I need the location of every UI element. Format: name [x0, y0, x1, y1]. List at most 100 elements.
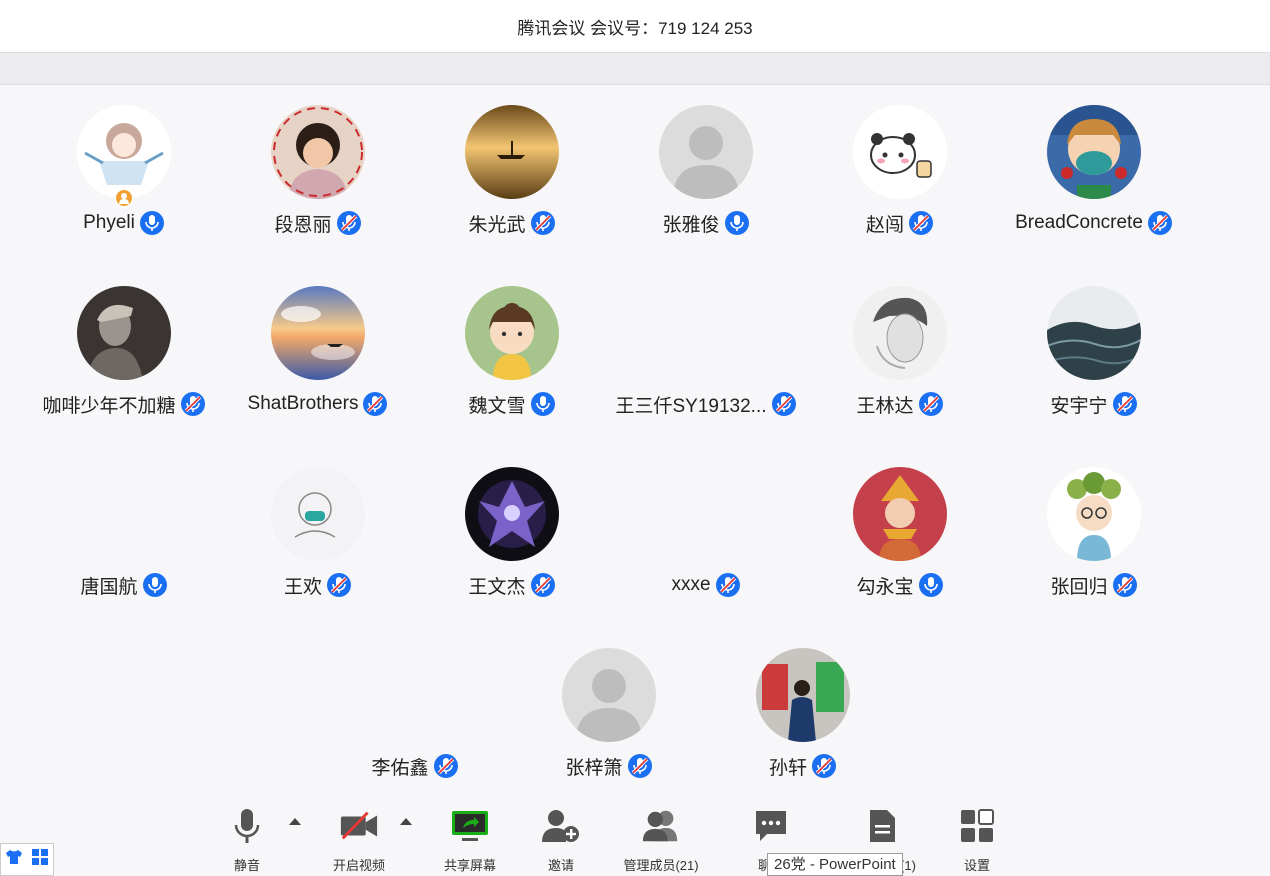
- participant-tile[interactable]: 张回归: [997, 447, 1191, 617]
- mic-muted-icon: [811, 753, 837, 779]
- invite-label: 邀请: [547, 858, 574, 873]
- participant-tile[interactable]: BreadConcrete: [997, 85, 1191, 255]
- participant-name: 张雅俊: [662, 214, 720, 236]
- mic-muted-icon: [771, 391, 797, 417]
- participant-name-row: 段恩丽: [221, 209, 415, 237]
- participant-grid: Phyeli 段恩丽 朱光武 张雅俊 赵闯 BreadConcrete 咖啡少年不加糖 Sha…: [0, 85, 1270, 805]
- participant-name: 王林达: [856, 395, 914, 417]
- settings-label: 设置: [963, 858, 990, 873]
- avatar: [465, 286, 559, 380]
- participant-name: BreadConcrete: [1015, 212, 1143, 233]
- participant-name: 张回归: [1050, 576, 1108, 598]
- mic-muted-icon: [1112, 572, 1138, 598]
- participant-tile[interactable]: 段恩丽: [221, 85, 415, 255]
- participant-tile[interactable]: Phyeli: [27, 85, 221, 255]
- document-icon: [862, 806, 902, 846]
- mic-muted-icon: [1147, 210, 1173, 236]
- participant-tile[interactable]: 勾永宝: [803, 447, 997, 617]
- window-title-bar: 腾讯会议 会议号：719 124 253: [0, 0, 1270, 53]
- participant-name-row: 王欢: [221, 571, 415, 599]
- participant-tile[interactable]: xxxe: [609, 447, 803, 617]
- avatar: [1047, 105, 1141, 199]
- avatar: [77, 105, 171, 199]
- video-options-caret[interactable]: [400, 818, 412, 825]
- participant-tile[interactable]: 张梓箫: [512, 628, 706, 798]
- participant-name: 唐国航: [80, 576, 138, 598]
- mic-muted-icon: [627, 753, 653, 779]
- participant-name: Phyeli: [83, 212, 135, 233]
- avatar: [756, 648, 850, 742]
- participant-name-row: 赵闯: [803, 209, 997, 237]
- chat-bubble-icon: [751, 806, 791, 846]
- participant-name: 魏文雪: [468, 395, 526, 417]
- participant-name-row: 唐国航: [27, 571, 221, 599]
- video-label: 开启视频: [332, 858, 385, 873]
- participant-name: 勾永宝: [856, 576, 914, 598]
- mic-on-icon: [918, 572, 944, 598]
- avatar: [271, 467, 365, 561]
- mic-muted-icon: [918, 391, 944, 417]
- mic-muted-icon: [908, 210, 934, 236]
- participant-tile[interactable]: 唐国航: [27, 447, 221, 617]
- invite-button[interactable]: 邀请: [511, 806, 611, 874]
- apps-grid-icon[interactable]: [31, 848, 49, 871]
- mic-muted-icon: [180, 391, 206, 417]
- participant-tile[interactable]: 赵闯: [803, 85, 997, 255]
- shirt-icon[interactable]: [5, 849, 23, 870]
- avatar: [853, 286, 947, 380]
- participant-tile[interactable]: 朱光武: [415, 85, 609, 255]
- participant-name: xxxe: [671, 574, 711, 595]
- avatar: [853, 105, 947, 199]
- participant-tile[interactable]: 王三仟SY19132...: [609, 266, 803, 436]
- participant-name-row: 张梓箫: [512, 752, 706, 780]
- participant-name: ShatBrothers: [247, 393, 359, 414]
- video-button[interactable]: 开启视频: [309, 806, 409, 874]
- participant-tile[interactable]: 李佑鑫: [318, 628, 512, 798]
- participant-name-row: 孙轩: [706, 752, 900, 780]
- share-screen-icon: [450, 806, 490, 846]
- mic-muted-icon: [715, 572, 741, 598]
- participant-tile[interactable]: 安宇宁: [997, 266, 1191, 436]
- avatar: [562, 648, 656, 742]
- participant-name-row: 王林达: [803, 390, 997, 418]
- mute-label: 静音: [233, 858, 260, 873]
- participant-tile[interactable]: 张雅俊: [609, 85, 803, 255]
- avatar: [1047, 467, 1141, 561]
- participant-name-row: 安宇宁: [997, 390, 1191, 418]
- participant-name-row: xxxe: [609, 571, 803, 599]
- participant-tile[interactable]: 王欢: [221, 447, 415, 617]
- participant-tile[interactable]: 王林达: [803, 266, 997, 436]
- participant-tile[interactable]: 魏文雪: [415, 266, 609, 436]
- participant-name: 张梓箫: [565, 757, 623, 779]
- mic-muted-icon: [362, 391, 388, 417]
- settings-button[interactable]: 设置: [927, 806, 1027, 874]
- share-screen-button[interactable]: 共享屏幕: [420, 806, 520, 874]
- participant-name-row: 朱光武: [415, 209, 609, 237]
- share-screen-label: 共享屏幕: [443, 858, 496, 873]
- participant-name: 赵闯: [865, 214, 904, 236]
- participant-name-row: 张雅俊: [609, 209, 803, 237]
- mic-muted-icon: [530, 210, 556, 236]
- manage-members-button[interactable]: 管理成员(21): [611, 806, 711, 874]
- mic-on-icon: [530, 391, 556, 417]
- avatar: [853, 467, 947, 561]
- host-badge-icon: [114, 188, 134, 208]
- add-person-icon: [541, 806, 581, 846]
- video-camera-off-icon: [339, 806, 379, 846]
- avatar: [465, 105, 559, 199]
- participant-tile[interactable]: ShatBrothers: [221, 266, 415, 436]
- mute-options-caret[interactable]: [289, 818, 301, 825]
- mic-muted-icon: [433, 753, 459, 779]
- avatar: [271, 105, 365, 199]
- participant-name: 安宇宁: [1050, 395, 1108, 417]
- microphone-icon: [227, 806, 267, 846]
- participant-tile[interactable]: 王文杰: [415, 447, 609, 617]
- participant-tile[interactable]: 孙轩: [706, 628, 900, 798]
- participant-tile[interactable]: 咖啡少年不加糖: [27, 266, 221, 436]
- mute-button[interactable]: 静音: [197, 806, 297, 874]
- participant-name-row: 魏文雪: [415, 390, 609, 418]
- mic-muted-icon: [530, 572, 556, 598]
- taskbar-tooltip: 26党 - PowerPoint: [767, 853, 903, 876]
- participant-name-row: 王文杰: [415, 571, 609, 599]
- mic-muted-icon: [1112, 391, 1138, 417]
